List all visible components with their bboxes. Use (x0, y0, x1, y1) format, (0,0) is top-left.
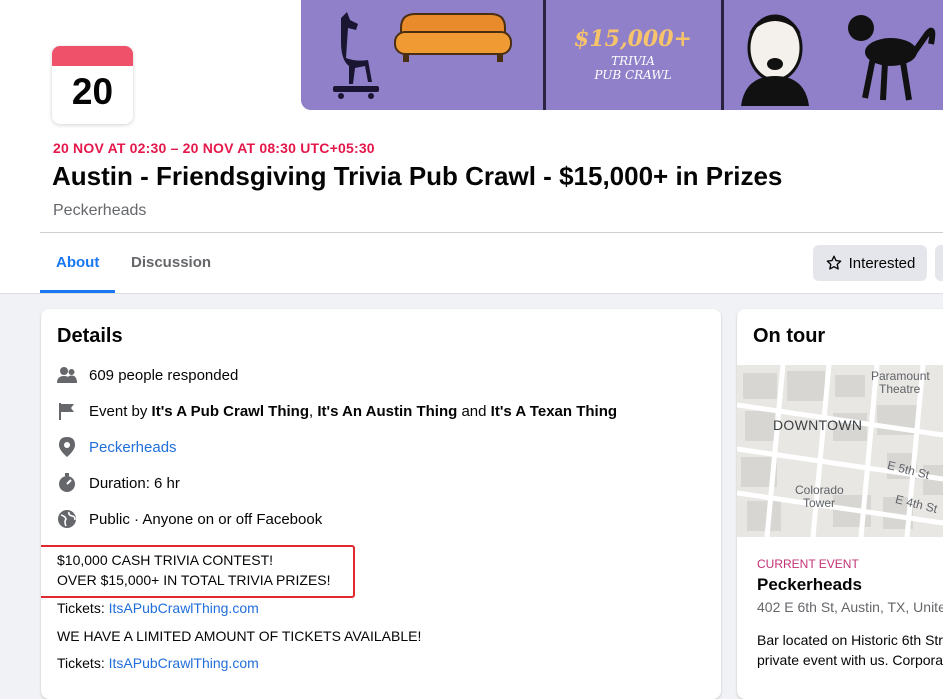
cover-image: $15,000+ TRIVIA PUB CRAWL (301, 0, 943, 110)
tour-venue-name[interactable]: Peckerheads (757, 575, 862, 595)
date-badge: 20 (52, 46, 133, 124)
cover-prize-line-2: PUB CRAWL (594, 68, 672, 82)
map-label: Theatre (879, 382, 921, 396)
organizer-link[interactable]: It's A Pub Crawl Thing (152, 403, 309, 420)
tickets-link[interactable]: ItsAPubCrawlThing.com (109, 655, 259, 671)
organizer-link[interactable]: It's A Texan Thing (491, 403, 617, 420)
dog-illustration (333, 12, 379, 99)
cover-prize-amount: $15,000+ (574, 26, 692, 52)
event-title: Austin - Friendsgiving Trivia Pub Crawl … (52, 161, 783, 191)
location-row: Peckerheads (57, 437, 177, 457)
details-card: Details 609 people responded Event by It… (41, 309, 721, 699)
duration-text: Duration: 6 hr (89, 474, 180, 492)
description-line: WE HAVE A LIMITED AMOUNT OF TICKETS AVAI… (57, 628, 422, 644)
duration-row: Duration: 6 hr (57, 473, 180, 493)
location-link[interactable]: Peckerheads (89, 439, 177, 456)
interested-label: Interested (848, 254, 916, 272)
active-tab-indicator (40, 290, 115, 293)
map-label: Tower (803, 496, 836, 510)
tour-venue-description: Bar located on Historic 6th Street. priv… (757, 630, 943, 670)
tour-description-line: private event with us. Corporate (757, 652, 943, 668)
details-heading: Details (57, 325, 123, 347)
interested-button[interactable]: Interested (813, 245, 927, 281)
panel-divider (543, 0, 546, 110)
star-icon (826, 255, 841, 270)
location-pin-icon (57, 437, 77, 457)
description-line: $10,000 CASH TRIVIA CONTEST! (57, 552, 274, 568)
privacy-text: Public · Anyone on or off Facebook (89, 510, 323, 528)
venue-map[interactable]: Paramount Theatre DOWNTOWN E 5th St Colo… (737, 365, 943, 537)
on-tour-card: On tour Paramount Theatre DOWNTOWN E 5th… (737, 309, 943, 699)
separator-and: and (457, 402, 491, 420)
flag-icon (57, 401, 77, 421)
couch-illustration (394, 13, 512, 62)
tickets-label: Tickets: (57, 600, 109, 616)
people-icon (57, 365, 77, 385)
responded-row: 609 people responded (57, 365, 238, 385)
stopwatch-icon (57, 473, 77, 493)
going-button[interactable] (935, 245, 943, 281)
event-by-text: Event by It's A Pub Crawl Thing, It's An… (89, 403, 617, 420)
event-host[interactable]: Peckerheads (53, 202, 146, 220)
date-badge-top (52, 46, 133, 66)
on-tour-heading: On tour (753, 325, 826, 347)
organizer-link[interactable]: It's An Austin Thing (317, 403, 457, 420)
tour-venue-address: 402 E 6th St, Austin, TX, United States (757, 599, 943, 615)
tickets-link[interactable]: ItsAPubCrawlThing.com (109, 600, 259, 616)
panel-divider (721, 0, 724, 110)
globe-icon (57, 509, 77, 529)
event-header: $15,000+ TRIVIA PUB CRAWL 20 20 NOV AT 0… (0, 0, 943, 294)
event-datetime: 20 NOV AT 02:30 – 20 NOV AT 08:30 UTC+05… (53, 140, 375, 156)
tickets-line: Tickets: ItsAPubCrawlThing.com (57, 655, 259, 671)
monkey-illustration (848, 15, 936, 101)
tab-discussion[interactable]: Discussion (131, 254, 211, 271)
map-label: Paramount (871, 369, 930, 383)
event-by-row: Event by It's A Pub Crawl Thing, It's An… (57, 401, 617, 421)
map-label: DOWNTOWN (773, 417, 863, 433)
description-line: OVER $15,000+ IN TOTAL TRIVIA PRIZES! (57, 572, 331, 588)
map-label: Colorado (795, 483, 844, 497)
tickets-line: Tickets: ItsAPubCrawlThing.com (57, 600, 259, 616)
divider (40, 232, 943, 233)
cover-prize-subtitle: TRIVIA PUB CRAWL (573, 54, 693, 82)
cover-prize-line-1: TRIVIA (611, 54, 655, 68)
date-day: 20 (71, 71, 114, 112)
tab-about[interactable]: About (56, 254, 99, 271)
tour-description-line: Bar located on Historic 6th Street. (757, 632, 943, 648)
person-illustration (741, 14, 809, 106)
event-by-prefix: Event by (89, 402, 152, 420)
responded-text: 609 people responded (89, 366, 239, 384)
tickets-label: Tickets: (57, 655, 109, 671)
privacy-row: Public · Anyone on or off Facebook (57, 509, 322, 529)
current-event-label: CURRENT EVENT (757, 557, 859, 571)
